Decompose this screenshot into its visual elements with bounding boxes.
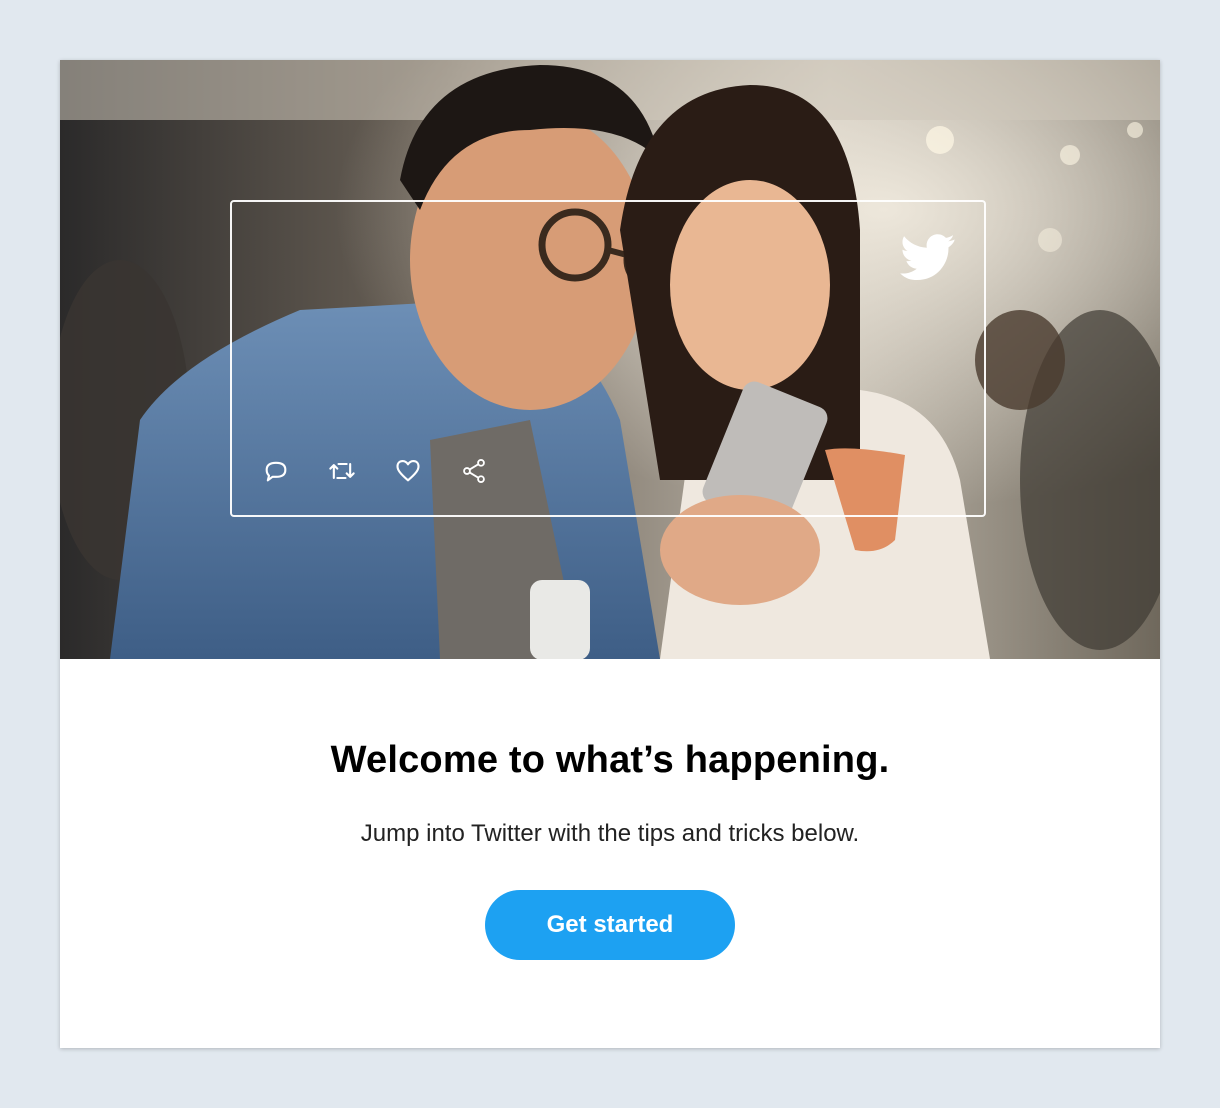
reply-icon xyxy=(265,461,287,482)
hero-image xyxy=(60,60,1160,659)
welcome-headline: Welcome to what’s happening. xyxy=(330,739,890,781)
like-icon xyxy=(396,460,420,482)
tweet-actions xyxy=(262,457,488,485)
get-started-button[interactable]: Get started xyxy=(485,890,735,960)
tweet-frame xyxy=(230,200,986,517)
share-icon xyxy=(463,458,485,484)
welcome-subtext: Jump into Twitter with the tips and tric… xyxy=(360,820,860,847)
retweet-icon xyxy=(329,462,355,480)
email-card: Welcome to what’s happening. Jump into T… xyxy=(60,60,1160,1048)
twitter-bird-icon xyxy=(900,234,955,280)
welcome-content: Welcome to what’s happening. Jump into T… xyxy=(60,659,1160,960)
